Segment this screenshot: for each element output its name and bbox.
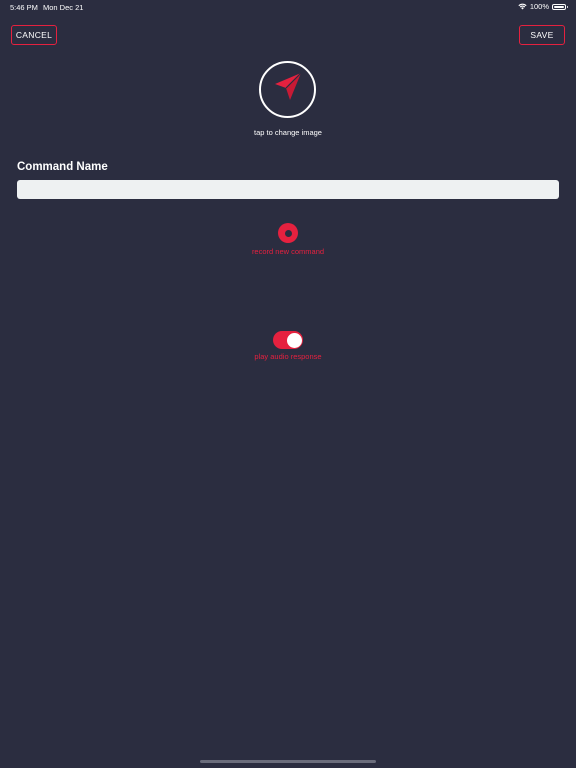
status-bar: 5:46 PM Mon Dec 21 100% xyxy=(0,0,576,14)
wifi-icon xyxy=(518,3,527,10)
status-time: 5:46 PM xyxy=(10,3,38,12)
save-button[interactable]: SAVE xyxy=(519,25,565,45)
record-button[interactable] xyxy=(278,223,298,243)
toggle-knob xyxy=(286,332,302,348)
record-icon xyxy=(284,229,292,237)
home-indicator[interactable] xyxy=(200,760,376,763)
record-label[interactable]: record new command xyxy=(0,247,576,256)
image-caption: tap to change image xyxy=(254,128,322,137)
cancel-button[interactable]: CANCEL xyxy=(11,25,57,45)
status-date: Mon Dec 21 xyxy=(43,3,84,12)
command-name-label: Command Name xyxy=(17,161,108,173)
command-name-input[interactable] xyxy=(17,180,559,199)
battery-icon xyxy=(552,3,568,10)
status-indicators: 100% xyxy=(518,2,568,11)
audio-response-label: play audio response xyxy=(254,352,322,361)
command-image-button[interactable] xyxy=(259,61,316,118)
audio-response-toggle[interactable] xyxy=(273,331,303,349)
paper-plane-icon xyxy=(271,70,305,109)
battery-percent: 100% xyxy=(529,2,549,11)
